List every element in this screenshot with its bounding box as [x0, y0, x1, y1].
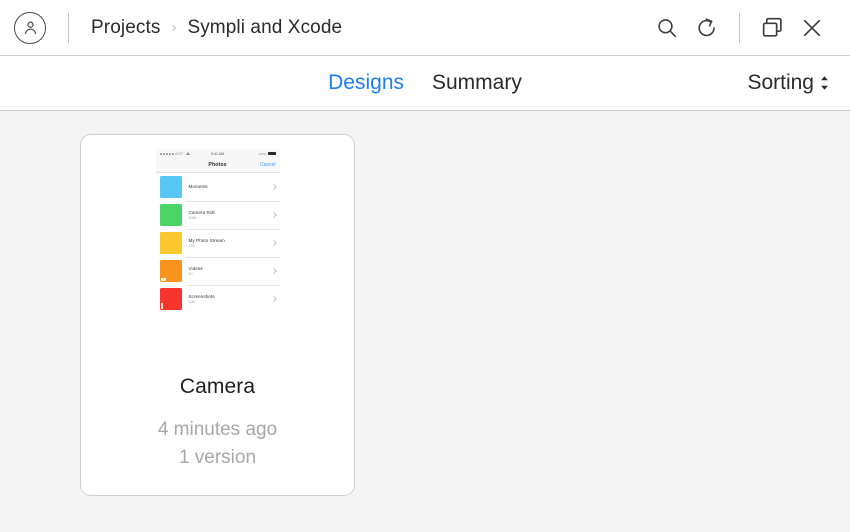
- chevron-right-icon: [270, 184, 277, 190]
- mock-album-row: Screenshots 108: [156, 285, 280, 313]
- chevron-right-icon: [270, 296, 277, 302]
- design-card-modified: 4 minutes ago: [157, 419, 278, 440]
- mock-album-list: Moments Camera Roll 1081 My Photo Stream…: [155, 173, 280, 313]
- design-thumbnail: AT&T 9:41 AM 100% Photos Cancel Moments …: [81, 135, 354, 335]
- topbar-actions: [647, 8, 832, 48]
- album-count: 10: [188, 272, 193, 277]
- top-bar: Projects › Sympli and Xcode: [0, 0, 850, 56]
- design-card-meta: Camera 4 minutes ago 1 version: [81, 375, 354, 471]
- mock-album-row: My Photo Stream 176: [156, 229, 280, 257]
- album-text: Camera Roll 1081: [189, 210, 272, 221]
- mock-nav-bar: Photos Cancel: [155, 158, 280, 173]
- status-time: 9:41 AM: [211, 151, 224, 156]
- breadcrumb: Projects › Sympli and Xcode: [91, 17, 647, 39]
- refresh-button[interactable]: [687, 8, 727, 48]
- album-title: Screenshots: [188, 293, 215, 299]
- album-title: My Photo Stream: [188, 237, 225, 243]
- search-icon: [658, 18, 677, 37]
- album-thumb-camera-roll: [159, 204, 182, 226]
- design-card-title: Camera: [179, 375, 256, 398]
- album-count: 176: [188, 244, 195, 249]
- tab-list: Designs Summary: [0, 71, 850, 95]
- chevron-right-icon: [270, 212, 277, 218]
- album-thumb-videos: [159, 260, 182, 282]
- mock-status-bar: AT&T 9:41 AM 100%: [155, 149, 280, 158]
- mock-album-row: Moments: [156, 173, 280, 201]
- album-thumb-screenshots: [159, 288, 182, 310]
- sorting-label: Sorting: [747, 71, 814, 94]
- album-title: Videos: [188, 265, 203, 271]
- mock-album-row: Videos 10: [156, 257, 280, 285]
- tab-designs[interactable]: Designs: [328, 71, 404, 95]
- refresh-icon: [698, 17, 715, 36]
- mock-nav-title: Photos: [208, 162, 227, 168]
- chevron-right-icon: [270, 240, 277, 246]
- album-text: Videos 10: [189, 266, 272, 277]
- design-card-camera[interactable]: AT&T 9:41 AM 100% Photos Cancel Moments …: [80, 134, 355, 496]
- screenshot-badge-icon: [161, 302, 163, 309]
- search-button[interactable]: [647, 8, 687, 48]
- album-thumb-photo-stream: [159, 232, 182, 254]
- window-stack-button[interactable]: [752, 8, 792, 48]
- design-card-versions: 1 version: [178, 446, 257, 468]
- topbar-divider: [68, 12, 69, 43]
- close-icon: [803, 19, 821, 36]
- chevron-right-icon: [270, 268, 277, 274]
- sorting-selector[interactable]: Sorting: [747, 71, 832, 95]
- breadcrumb-root-link[interactable]: Projects: [91, 17, 160, 39]
- breadcrumb-separator-icon: ›: [171, 19, 177, 36]
- close-button[interactable]: [792, 8, 832, 48]
- ios-photos-mock: AT&T 9:41 AM 100% Photos Cancel Moments …: [155, 149, 280, 313]
- user-avatar-button[interactable]: [14, 11, 46, 44]
- album-title: Camera Roll: [188, 209, 215, 215]
- app-window: Projects › Sympli and Xcode Designs Summ…: [0, 0, 850, 532]
- sort-updown-icon: [821, 76, 828, 90]
- album-text: Screenshots 108: [189, 294, 272, 305]
- album-count: 108: [188, 300, 195, 305]
- topbar-actions-divider: [739, 12, 740, 43]
- designs-grid: AT&T 9:41 AM 100% Photos Cancel Moments …: [0, 111, 850, 532]
- mock-album-row: Camera Roll 1081: [156, 201, 280, 229]
- album-thumb-moments: [159, 176, 182, 198]
- user-circle-icon: [24, 21, 36, 35]
- album-text: Moments: [189, 184, 272, 191]
- album-text: My Photo Stream 176: [189, 238, 272, 249]
- windows-stack-icon: [762, 17, 782, 37]
- mock-cancel-button: Cancel: [259, 162, 276, 168]
- tab-summary[interactable]: Summary: [432, 71, 522, 95]
- video-badge-icon: [161, 277, 166, 281]
- album-title: Moments: [188, 183, 208, 189]
- tab-bar: Designs Summary Sorting: [0, 56, 850, 111]
- breadcrumb-current-project: Sympli and Xcode: [187, 16, 343, 38]
- album-count: 1081: [188, 216, 197, 221]
